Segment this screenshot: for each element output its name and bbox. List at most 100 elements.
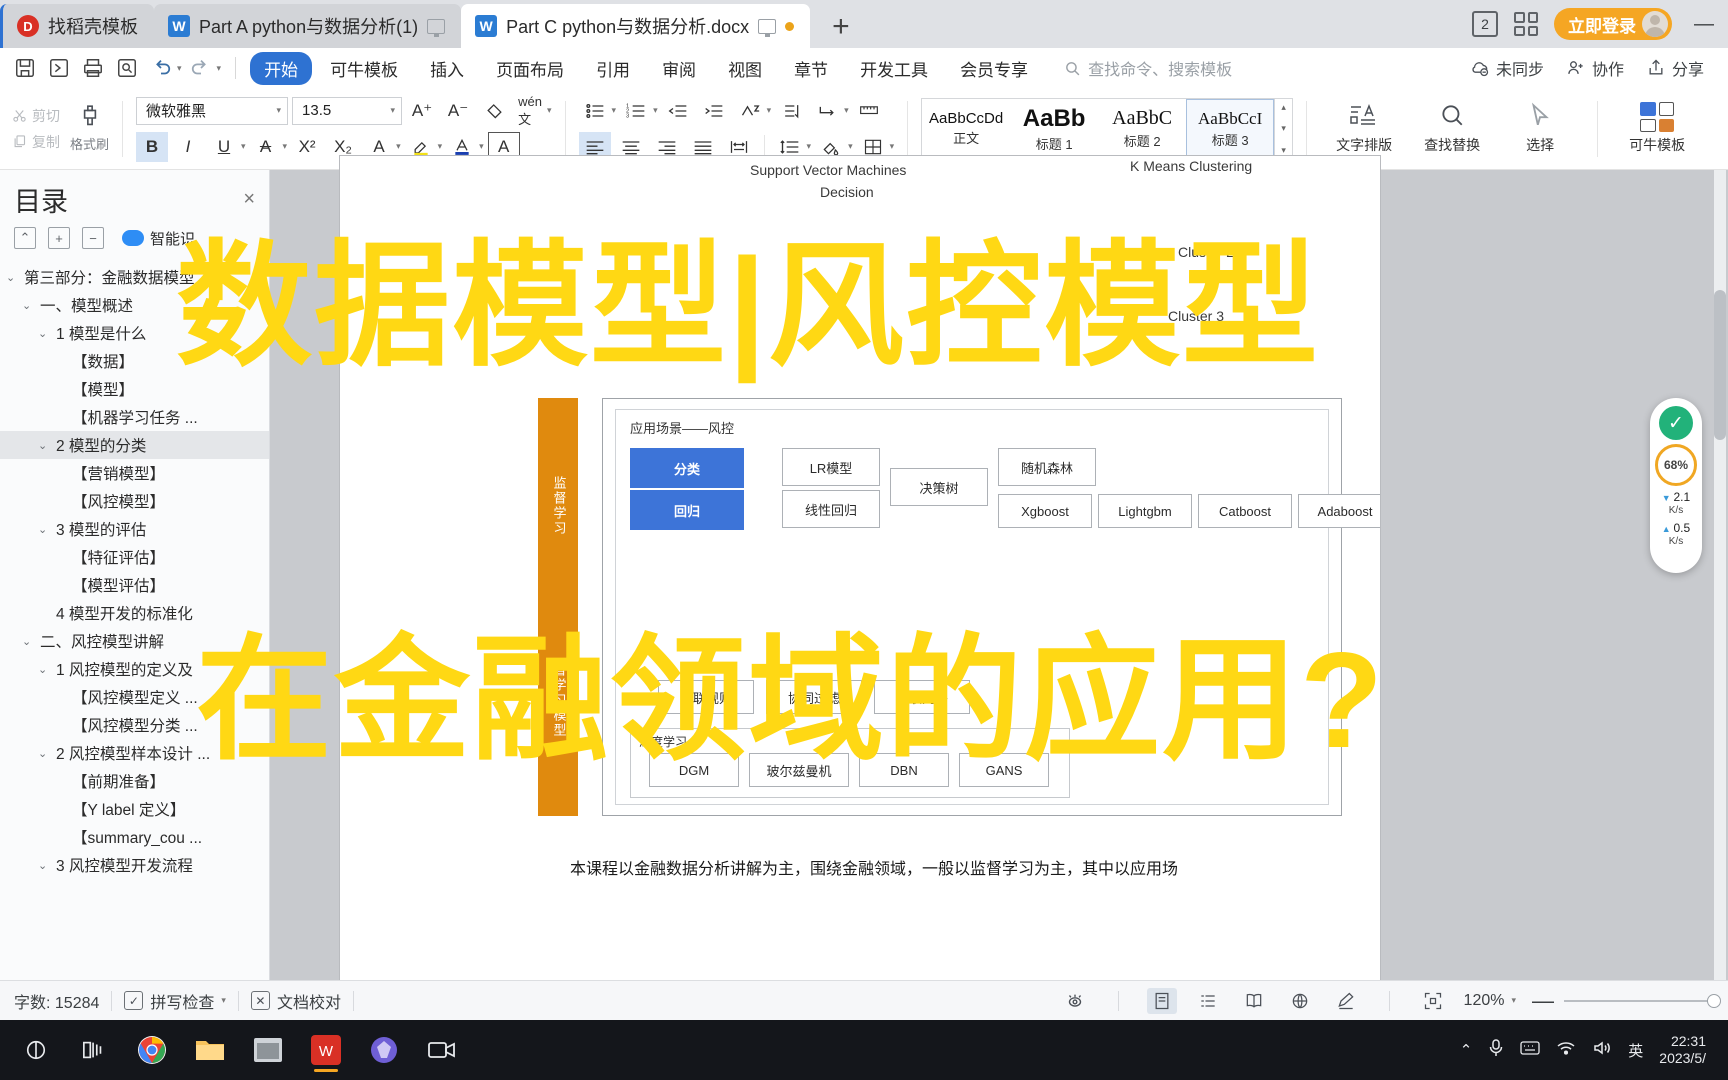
page-view-icon[interactable] xyxy=(1146,987,1177,1014)
menu-item-view[interactable]: 视图 xyxy=(714,52,776,85)
redo-icon[interactable] xyxy=(186,53,216,83)
quick-access-more-icon[interactable]: ▾ xyxy=(217,63,222,74)
toc-item[interactable]: ⌄ 二、风控模型讲解 xyxy=(0,627,269,655)
toc-item[interactable]: 【风控模型】 xyxy=(0,487,269,515)
chevron-down-icon[interactable]: ⌄ xyxy=(38,439,50,452)
toc-item[interactable]: ⌄ 3 风控模型开发流程 xyxy=(0,851,269,879)
chevron-down-icon[interactable]: ▾ xyxy=(221,995,226,1006)
chevron-down-icon[interactable]: ▾ xyxy=(612,105,617,116)
chevron-down-icon[interactable]: ⌄ xyxy=(38,523,50,536)
document-page[interactable]: Support Vector Machines Decision K Means C… xyxy=(340,156,1380,992)
tab-dock-templates[interactable]: D 找稻壳模板 xyxy=(0,4,154,48)
superscript-icon[interactable]: X² xyxy=(291,132,323,162)
toc-item[interactable]: 【风控模型定义 ... xyxy=(0,683,269,711)
windows-start-icon[interactable] xyxy=(12,1026,60,1074)
obsidian-icon[interactable] xyxy=(360,1026,408,1074)
chevron-down-icon[interactable]: ⌄ xyxy=(38,747,50,760)
network-speed-widget[interactable]: ✓ 68% ▼ 2.1 K/s ▲ 0.5 K/s xyxy=(1650,398,1702,573)
undo-icon[interactable] xyxy=(146,53,176,83)
toc-item[interactable]: 4 模型开发的标准化 xyxy=(0,599,269,627)
chevron-down-icon[interactable]: ▾ xyxy=(479,141,484,152)
toc-item[interactable]: 【summary_cou ... xyxy=(0,823,269,851)
sync-status-button[interactable]: 未同步 xyxy=(1470,56,1544,80)
chevron-down-icon[interactable]: ▾ xyxy=(241,141,246,152)
style-gallery-scroll[interactable]: ▴ ▾ ▾ xyxy=(1274,98,1292,159)
underline-icon[interactable]: U xyxy=(208,132,240,162)
task-view-icon[interactable] xyxy=(70,1026,118,1074)
search-input[interactable]: 查找命令、搜索模板 xyxy=(1064,56,1232,80)
taskbar-clock[interactable]: 22:31 2023/5/ xyxy=(1659,1033,1706,1068)
strikethrough-icon[interactable]: A xyxy=(250,132,282,162)
kniu-template-button[interactable]: 可牛模板 xyxy=(1611,102,1703,155)
toc-item[interactable]: 【特征评估】 xyxy=(0,543,269,571)
zoom-track[interactable] xyxy=(1564,993,1721,1008)
zoom-level[interactable]: 120% ▾ xyxy=(1464,992,1516,1010)
chevron-down-icon[interactable]: ⌄ xyxy=(38,327,50,340)
bullet-list-icon[interactable] xyxy=(579,96,611,126)
volume-icon[interactable] xyxy=(1592,1040,1612,1060)
spellcheck-button[interactable]: ✓ 拼写检查 ▾ xyxy=(124,989,226,1013)
decrease-indent-icon[interactable] xyxy=(662,96,694,126)
menu-item-kniu-template[interactable]: 可牛模板 xyxy=(316,52,412,85)
app-grid-icon[interactable] xyxy=(1514,12,1538,36)
app-window-icon[interactable] xyxy=(244,1026,292,1074)
bold-icon[interactable]: B xyxy=(136,131,169,162)
show-marks-icon[interactable] xyxy=(775,96,807,126)
format-painter-button[interactable]: 格式刷 xyxy=(70,104,109,153)
chevron-down-icon[interactable]: ▾ xyxy=(767,105,772,116)
chevron-down-icon[interactable]: ▾ xyxy=(653,105,658,116)
increase-indent-icon[interactable] xyxy=(698,96,730,126)
chrome-icon[interactable] xyxy=(128,1026,176,1074)
edit-view-icon[interactable] xyxy=(1331,988,1361,1014)
find-replace-button[interactable]: 查找替换 xyxy=(1408,102,1496,155)
zoom-out-button[interactable]: — xyxy=(1532,988,1554,1014)
chevron-down-icon[interactable]: ▾ xyxy=(848,141,853,152)
chevron-down-icon[interactable]: ⌄ xyxy=(6,271,18,284)
chevron-down-icon[interactable]: ⌄ xyxy=(38,663,50,676)
collaborate-button[interactable]: 协作 xyxy=(1566,56,1624,80)
zoom-knob[interactable] xyxy=(1707,993,1721,1008)
scrollbar-thumb[interactable] xyxy=(1714,290,1726,440)
expand-icon[interactable]: + xyxy=(48,227,70,249)
share-button[interactable]: 分享 xyxy=(1646,56,1704,80)
keyboard-icon[interactable] xyxy=(1520,1041,1540,1059)
login-button[interactable]: 立即登录 xyxy=(1554,8,1672,40)
italic-icon[interactable]: I xyxy=(172,132,204,162)
chevron-down-icon[interactable]: ▾ xyxy=(1511,995,1516,1006)
camera-icon[interactable] xyxy=(418,1026,466,1074)
menu-item-references[interactable]: 引用 xyxy=(582,52,644,85)
file-explorer-icon[interactable] xyxy=(186,1026,234,1074)
shrink-font-icon[interactable]: A⁻ xyxy=(442,96,474,126)
style-heading-3[interactable]: AaBbCcI 标题 3 xyxy=(1186,98,1275,159)
menu-item-developer[interactable]: 开发工具 xyxy=(846,52,942,85)
toc-item[interactable]: 【模型评估】 xyxy=(0,571,269,599)
chevron-down-icon[interactable]: ⌄ xyxy=(22,299,34,312)
toc-item[interactable]: 【数据】 xyxy=(0,347,269,375)
tab-part-c[interactable]: W Part C python与数据分析.docx xyxy=(461,4,811,48)
fullscreen-icon[interactable] xyxy=(1418,988,1448,1014)
save-icon[interactable] xyxy=(10,53,40,83)
toc-item[interactable]: 【模型】 xyxy=(0,375,269,403)
font-size-select[interactable]: 13.5 ▾ xyxy=(292,96,403,125)
toc-item[interactable]: ⌄ 第三部分：金融数据模型 xyxy=(0,263,269,291)
undo-caret-icon[interactable]: ▾ xyxy=(177,63,182,74)
toc-item[interactable]: 【风控模型分类 ... xyxy=(0,711,269,739)
expand-gallery-icon[interactable]: ▾ xyxy=(1281,145,1286,156)
monitor-icon[interactable] xyxy=(758,18,777,37)
chevron-down-icon[interactable]: ⌄ xyxy=(38,859,50,872)
monitor-icon[interactable] xyxy=(427,18,446,37)
line-break-icon[interactable] xyxy=(811,96,843,126)
collapse-all-icon[interactable]: ⌃ xyxy=(14,227,36,249)
scroll-up-icon[interactable]: ▴ xyxy=(1281,102,1286,113)
style-heading-2[interactable]: AaBbC 标题 2 xyxy=(1098,99,1186,159)
chevron-down-icon[interactable]: ▾ xyxy=(438,141,443,152)
menu-item-member[interactable]: 会员专享 xyxy=(946,52,1042,85)
toc-item[interactable]: ⌄ 一、模型概述 xyxy=(0,291,269,319)
toc-item[interactable]: ⌄ 1 风控模型的定义及 xyxy=(0,655,269,683)
web-view-icon[interactable] xyxy=(1285,988,1315,1014)
toc-item[interactable]: 【前期准备】 xyxy=(0,767,269,795)
wifi-icon[interactable] xyxy=(1556,1040,1576,1060)
toc-item[interactable]: ⌄ 2 模型的分类 xyxy=(0,431,269,459)
cut-button[interactable]: 剪切 xyxy=(12,106,60,126)
menu-item-page-layout[interactable]: 页面布局 xyxy=(482,52,578,85)
